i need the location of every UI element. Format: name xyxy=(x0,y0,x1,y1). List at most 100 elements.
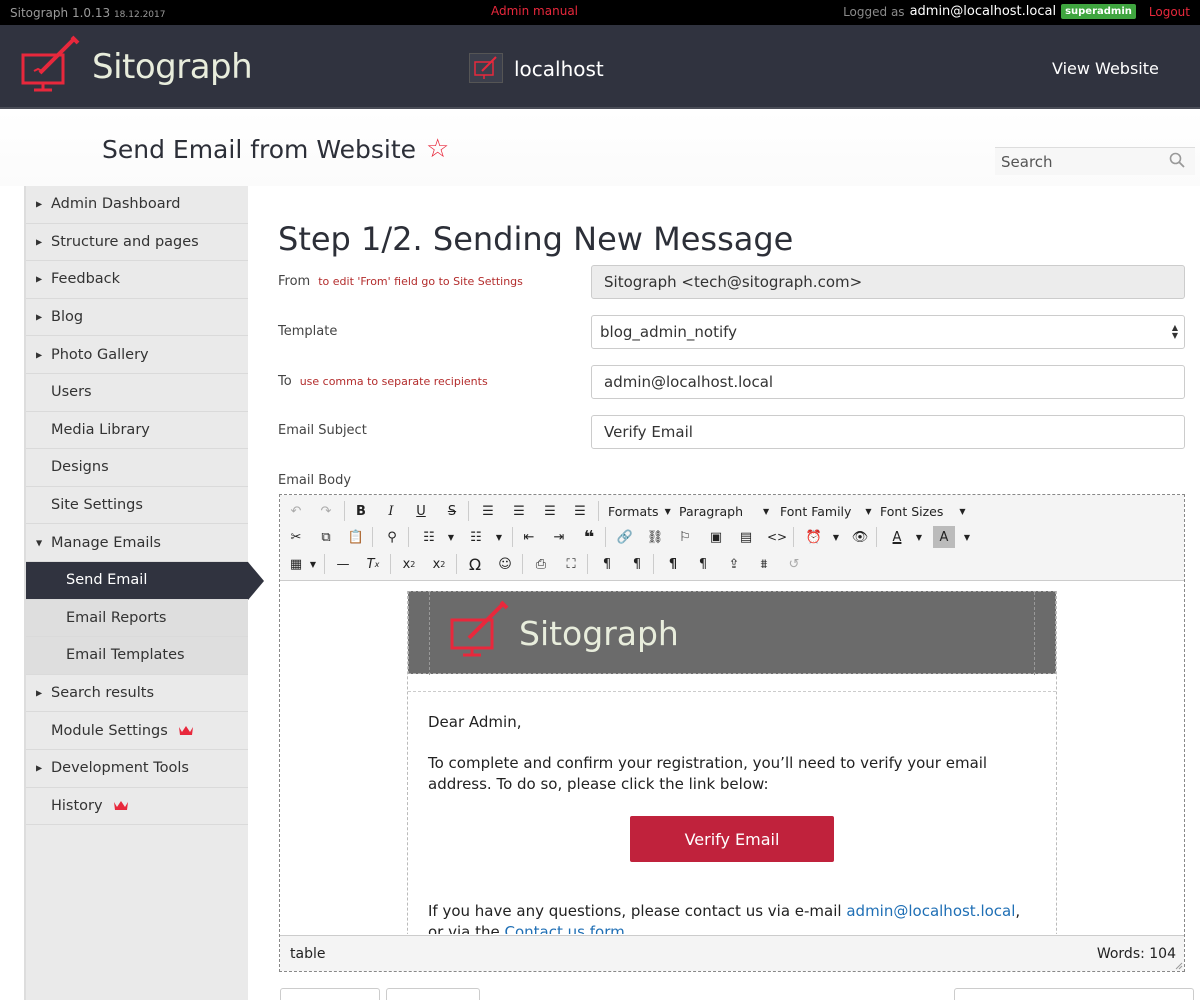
anchor-icon[interactable]: ⚐ xyxy=(674,526,696,548)
caret-right-icon: ▶ xyxy=(36,199,43,209)
sidebar-item-site-settings[interactable]: Site Settings xyxy=(26,487,248,525)
caret-right-icon: ▶ xyxy=(36,237,43,247)
admin-manual-link[interactable]: Admin manual xyxy=(491,4,578,18)
resize-handle-icon[interactable] xyxy=(1175,962,1183,970)
align-left-icon[interactable]: ☰ xyxy=(477,500,499,522)
editor-body[interactable]: Sitograph Dear Admin, To complete and co… xyxy=(280,582,1184,934)
media-icon[interactable]: ▤ xyxy=(735,526,757,548)
email-brand: Sitograph xyxy=(519,614,679,653)
outdent-icon[interactable]: ⇤ xyxy=(518,526,540,548)
clock-icon[interactable]: ⏰ xyxy=(803,526,825,548)
action-button-2[interactable] xyxy=(386,988,480,1000)
text-color-icon[interactable]: A xyxy=(886,526,908,548)
template-label: Template xyxy=(278,324,338,339)
find-replace-icon[interactable]: ⚲ xyxy=(381,526,403,548)
restore-draft-icon[interactable]: ↺ xyxy=(783,553,805,575)
sidebar-item-email-reports[interactable]: Email Reports xyxy=(26,599,248,638)
rtl-icon[interactable]: ¶ xyxy=(626,553,648,575)
print-icon[interactable]: ⎙ xyxy=(530,553,552,575)
code-icon[interactable]: <> xyxy=(766,526,788,548)
background-color-icon[interactable]: A xyxy=(933,526,955,548)
font-sizes-dropdown[interactable]: Font Sizes ▼ xyxy=(880,504,966,519)
action-button-3[interactable] xyxy=(954,988,1194,1000)
sidebar-item-module-settings[interactable]: Module Settings xyxy=(26,712,248,750)
sidebar-item-users[interactable]: Users xyxy=(26,374,248,412)
template-select[interactable]: blog_admin_notify ▲ ▼ xyxy=(591,315,1185,349)
emoticons-icon[interactable]: ☺ xyxy=(494,553,516,575)
subject-field[interactable]: Verify Email xyxy=(591,415,1185,449)
email-logo-icon xyxy=(450,600,509,657)
bold-icon[interactable]: B xyxy=(350,500,372,522)
superscript-icon[interactable]: x2 xyxy=(428,553,450,575)
paste-icon[interactable]: 📋 xyxy=(345,526,367,548)
undo-icon[interactable]: ↶ xyxy=(285,500,307,522)
redo-icon[interactable]: ↷ xyxy=(315,500,337,522)
sidebar-item-send-email[interactable]: Send Email xyxy=(26,561,264,600)
link-icon[interactable]: 🔗 xyxy=(614,526,636,548)
verify-email-button[interactable]: Verify Email xyxy=(630,816,834,862)
preview-icon[interactable]: 👁 xyxy=(849,526,871,548)
search-input[interactable] xyxy=(995,152,1165,171)
sidebar-item-search-results[interactable]: ▶ Search results xyxy=(26,675,248,713)
cut-icon[interactable]: ✂ xyxy=(285,526,307,548)
sidebar-item-admin-dashboard[interactable]: ▶ Admin Dashboard xyxy=(26,186,248,224)
sidebar-item-manage-emails[interactable]: ▼ Manage Emails xyxy=(26,524,248,562)
ltr-icon[interactable]: ¶ xyxy=(596,553,618,575)
table-dropdown-icon[interactable]: ▼ xyxy=(302,553,324,575)
clear-formatting-icon[interactable]: Tx xyxy=(362,553,384,575)
sidebar-item-designs[interactable]: Designs xyxy=(26,449,248,487)
bullet-list-dropdown-icon[interactable]: ▼ xyxy=(440,526,462,548)
horizontal-rule-icon[interactable]: — xyxy=(332,553,354,575)
clock-dropdown-icon[interactable]: ▼ xyxy=(825,526,847,548)
logout-link[interactable]: Logout xyxy=(1149,5,1190,19)
unlink-icon[interactable]: ⛓ xyxy=(644,526,666,548)
action-button-1[interactable] xyxy=(280,988,380,1000)
site-settings-link[interactable]: Site Settings xyxy=(453,275,523,288)
site-name[interactable]: localhost xyxy=(514,57,604,81)
paragraph-dropdown[interactable]: Paragraph ▼ xyxy=(679,504,769,519)
underline-icon[interactable]: U xyxy=(410,500,432,522)
align-justify-icon[interactable]: ☰ xyxy=(569,500,591,522)
numbered-list-icon[interactable]: ☷ xyxy=(465,526,487,548)
editor-status-bar: table Words: 104 xyxy=(280,935,1184,971)
sidebar-item-blog[interactable]: ▶ Blog xyxy=(26,299,248,337)
page-break-icon[interactable]: ⩩ xyxy=(753,553,775,575)
sidebar-item-structure-and-pages[interactable]: ▶ Structure and pages xyxy=(26,224,248,262)
view-website-link[interactable]: View Website xyxy=(1052,59,1159,78)
image-icon[interactable]: ▣ xyxy=(705,526,727,548)
favorite-star-icon[interactable]: ☆ xyxy=(426,134,449,164)
sitograph-logo-icon[interactable] xyxy=(20,35,82,93)
italic-icon[interactable]: I xyxy=(380,500,402,522)
sidebar-item-media-library[interactable]: Media Library xyxy=(26,412,248,450)
email-contact: If you have any questions, please contac… xyxy=(428,901,1028,934)
numbered-list-dropdown-icon[interactable]: ▼ xyxy=(488,526,510,548)
to-field[interactable]: admin@localhost.local xyxy=(591,365,1185,399)
sidebar-item-photo-gallery[interactable]: ▶ Photo Gallery xyxy=(26,336,248,374)
background-color-dropdown-icon[interactable]: ▼ xyxy=(956,526,978,548)
blockquote-icon[interactable]: ❝ xyxy=(578,526,600,548)
subscript-icon[interactable]: x2 xyxy=(398,553,420,575)
formats-dropdown[interactable]: Formats ▼ xyxy=(608,504,671,519)
contact-form-link[interactable]: Contact us form xyxy=(505,923,625,934)
align-center-icon[interactable]: ☰ xyxy=(508,500,530,522)
copy-icon[interactable]: ⧉ xyxy=(315,526,337,548)
strikethrough-icon[interactable]: S xyxy=(441,500,463,522)
logged-as-label: Logged as xyxy=(843,4,905,19)
insert-template-icon[interactable]: ⇪ xyxy=(723,553,745,575)
sidebar-item-feedback[interactable]: ▶ Feedback xyxy=(26,261,248,299)
special-character-icon[interactable]: Ω xyxy=(464,553,486,575)
align-right-icon[interactable]: ☰ xyxy=(539,500,561,522)
text-color-dropdown-icon[interactable]: ▼ xyxy=(908,526,930,548)
element-path[interactable]: table xyxy=(290,946,325,962)
fullscreen-icon[interactable]: ⛶ xyxy=(560,553,582,575)
sidebar-item-development-tools[interactable]: ▶ Development Tools xyxy=(26,750,248,788)
font-family-dropdown[interactable]: Font Family ▼ xyxy=(780,504,872,519)
contact-email-link[interactable]: admin@localhost.local xyxy=(846,902,1015,920)
sidebar-item-history[interactable]: History xyxy=(26,788,248,826)
search-icon[interactable] xyxy=(1169,152,1185,168)
visual-chars-icon[interactable]: ¶ xyxy=(692,553,714,575)
indent-icon[interactable]: ⇥ xyxy=(548,526,570,548)
show-blocks-icon[interactable]: ¶ xyxy=(662,553,684,575)
bullet-list-icon[interactable]: ☷ xyxy=(418,526,440,548)
sidebar-item-email-templates[interactable]: Email Templates xyxy=(26,637,248,675)
